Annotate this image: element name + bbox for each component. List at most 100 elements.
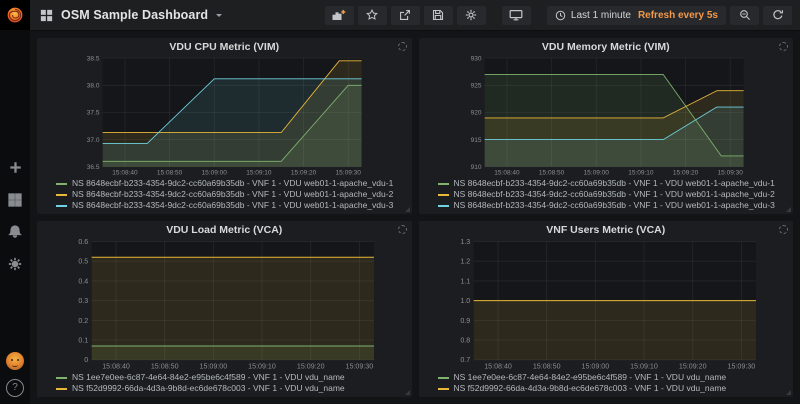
dashboard-grid: VDU CPU Metric (VIM) 36.537.037.538.038.… bbox=[30, 31, 800, 404]
svg-text:15:09:20: 15:09:20 bbox=[672, 170, 698, 177]
svg-text:15:09:10: 15:09:10 bbox=[248, 362, 276, 370]
svg-text:1.1: 1.1 bbox=[460, 277, 470, 285]
legend-series-label: NS 8648ecbf-b233-4354-9dc2-cc60a69b35db … bbox=[72, 178, 393, 189]
share-icon bbox=[399, 9, 411, 21]
save-button[interactable] bbox=[424, 6, 453, 25]
bell-icon[interactable] bbox=[8, 224, 23, 239]
star-icon bbox=[366, 9, 378, 21]
svg-text:15:09:00: 15:09:00 bbox=[200, 362, 228, 370]
panel-title[interactable]: VDU CPU Metric (VIM) bbox=[44, 40, 405, 55]
legend-series-label: NS 8648ecbf-b233-4354-9dc2-cc60a69b35db … bbox=[72, 200, 393, 211]
legend-series-swatch bbox=[438, 377, 449, 379]
panel-resize-handle[interactable] bbox=[405, 390, 410, 395]
legend-item[interactable]: NS 8648ecbf-b233-4354-9dc2-cc60a69b35db … bbox=[438, 189, 787, 200]
legend-item[interactable]: NS 8648ecbf-b233-4354-9dc2-cc60a69b35db … bbox=[438, 178, 787, 189]
page-title: OSM Sample Dashboard bbox=[61, 8, 208, 22]
dashboards-grid-icon[interactable] bbox=[8, 192, 23, 207]
svg-text:1.2: 1.2 bbox=[460, 258, 470, 266]
svg-text:0.2: 0.2 bbox=[78, 317, 88, 325]
svg-text:38.5: 38.5 bbox=[87, 55, 100, 62]
svg-text:15:08:40: 15:08:40 bbox=[484, 362, 512, 370]
legend-series-swatch bbox=[56, 194, 67, 196]
zoom-out-button[interactable] bbox=[730, 6, 759, 25]
svg-text:0: 0 bbox=[84, 356, 88, 364]
share-button[interactable] bbox=[391, 6, 420, 25]
help-icon[interactable]: ? bbox=[6, 379, 24, 397]
svg-text:15:08:40: 15:08:40 bbox=[102, 362, 130, 370]
legend-series-swatch bbox=[56, 183, 67, 185]
svg-text:15:09:10: 15:09:10 bbox=[630, 362, 658, 370]
refresh-icon bbox=[772, 9, 784, 21]
plus-icon[interactable] bbox=[8, 160, 23, 175]
chart-vdu-load[interactable]: 00.10.20.30.40.50.615:08:4015:08:5015:09… bbox=[44, 238, 405, 371]
svg-text:0.5: 0.5 bbox=[78, 258, 88, 266]
legend-item[interactable]: NS 1ee7e0ee-6c87-4e64-84e2-e95be6c4f589 … bbox=[56, 372, 405, 383]
legend-item[interactable]: NS f52d9992-66da-4d3a-9b8d-ec6de678c003 … bbox=[438, 383, 787, 394]
favorite-button[interactable] bbox=[358, 6, 387, 25]
svg-text:36.5: 36.5 bbox=[87, 164, 100, 171]
panel-title[interactable]: VNF Users Metric (VCA) bbox=[426, 223, 787, 238]
panel-title[interactable]: VDU Memory Metric (VIM) bbox=[426, 40, 787, 55]
legend-item[interactable]: NS 8648ecbf-b233-4354-9dc2-cc60a69b35db … bbox=[56, 178, 405, 189]
chart-vdu-cpu[interactable]: 36.537.037.538.038.515:08:4015:08:5015:0… bbox=[44, 55, 405, 177]
panel-vdu-cpu-metric: VDU CPU Metric (VIM) 36.537.037.538.038.… bbox=[37, 38, 412, 214]
chart-vnf-users[interactable]: 0.70.80.91.01.11.21.315:08:4015:08:5015:… bbox=[426, 238, 787, 371]
add-panel-icon bbox=[332, 9, 346, 21]
refresh-interval-label: Refresh every 5s bbox=[638, 10, 718, 21]
legend-series-label: NS 1ee7e0ee-6c87-4e64-84e2-e95be6c4f589 … bbox=[454, 372, 727, 383]
chart-vdu-memory[interactable]: 91091592092593015:08:4015:08:5015:09:001… bbox=[426, 55, 787, 177]
panel-legend: NS 1ee7e0ee-6c87-4e64-84e2-e95be6c4f589 … bbox=[426, 371, 787, 394]
svg-text:930: 930 bbox=[470, 55, 481, 62]
legend-item[interactable]: NS 1ee7e0ee-6c87-4e64-84e2-e95be6c4f589 … bbox=[438, 372, 787, 383]
panel-title[interactable]: VDU Load Metric (VCA) bbox=[44, 223, 405, 238]
gear-icon[interactable] bbox=[8, 256, 23, 271]
svg-text:15:09:10: 15:09:10 bbox=[628, 170, 654, 177]
panel-vdu-load-metric: VDU Load Metric (VCA) 00.10.20.30.40.50.… bbox=[37, 221, 412, 397]
user-avatar[interactable] bbox=[6, 352, 24, 370]
svg-text:15:09:10: 15:09:10 bbox=[246, 170, 272, 177]
panel-resize-handle[interactable] bbox=[786, 390, 791, 395]
svg-text:15:09:30: 15:09:30 bbox=[727, 362, 755, 370]
settings-gear-icon bbox=[465, 9, 477, 21]
save-icon bbox=[432, 9, 444, 21]
svg-text:910: 910 bbox=[470, 164, 481, 171]
refresh-dashboard-button[interactable] bbox=[763, 6, 792, 25]
legend-series-label: NS 8648ecbf-b233-4354-9dc2-cc60a69b35db … bbox=[454, 178, 775, 189]
svg-text:920: 920 bbox=[470, 110, 481, 117]
panel-refresh-spinner-icon bbox=[779, 225, 788, 234]
panel-resize-handle[interactable] bbox=[405, 207, 410, 212]
panel-refresh-spinner-icon bbox=[398, 225, 407, 234]
dashboard-title-picker[interactable]: OSM Sample Dashboard bbox=[40, 8, 222, 22]
legend-item[interactable]: NS 8648ecbf-b233-4354-9dc2-cc60a69b35db … bbox=[56, 200, 405, 211]
panel-resize-handle[interactable] bbox=[786, 207, 791, 212]
add-panel-button[interactable] bbox=[325, 6, 354, 25]
panel-vnf-users-metric: VNF Users Metric (VCA) 0.70.80.91.01.11.… bbox=[419, 221, 794, 397]
svg-text:15:09:20: 15:09:20 bbox=[291, 170, 317, 177]
top-navbar: OSM Sample Dashboard bbox=[30, 0, 800, 31]
grafana-logo-icon[interactable] bbox=[0, 0, 30, 30]
clock-icon bbox=[555, 10, 566, 21]
main-column: OSM Sample Dashboard bbox=[30, 0, 800, 404]
legend-series-swatch bbox=[438, 205, 449, 207]
dashboard-settings-button[interactable] bbox=[457, 6, 486, 25]
legend-series-swatch bbox=[438, 183, 449, 185]
legend-item[interactable]: NS 8648ecbf-b233-4354-9dc2-cc60a69b35db … bbox=[56, 189, 405, 200]
sidebar-bottom: ? bbox=[6, 352, 24, 397]
time-range-label: Last 1 minute bbox=[571, 10, 631, 21]
panel-vdu-memory-metric: VDU Memory Metric (VIM) 910 915 920 925 930 1… bbox=[419, 38, 794, 214]
svg-text:0.1: 0.1 bbox=[78, 337, 88, 345]
svg-text:15:09:30: 15:09:30 bbox=[346, 362, 374, 370]
legend-series-swatch bbox=[56, 388, 67, 390]
svg-text:15:09:00: 15:09:00 bbox=[581, 362, 609, 370]
cycle-view-button[interactable] bbox=[502, 6, 531, 25]
chevron-down-icon bbox=[216, 14, 222, 20]
legend-series-label: NS f52d9992-66da-4d3a-9b8d-ec6de678c003 … bbox=[72, 383, 345, 394]
svg-text:15:09:20: 15:09:20 bbox=[297, 362, 325, 370]
legend-item[interactable]: NS f52d9992-66da-4d3a-9b8d-ec6de678c003 … bbox=[56, 383, 405, 394]
legend-item[interactable]: NS 8648ecbf-b233-4354-9dc2-cc60a69b35db … bbox=[438, 200, 787, 211]
svg-text:15:09:20: 15:09:20 bbox=[678, 362, 706, 370]
svg-text:925: 925 bbox=[470, 83, 481, 90]
svg-text:15:08:50: 15:08:50 bbox=[538, 170, 564, 177]
svg-text:915: 915 bbox=[470, 137, 481, 144]
time-picker-button[interactable]: Last 1 minute Refresh every 5s bbox=[547, 6, 726, 25]
